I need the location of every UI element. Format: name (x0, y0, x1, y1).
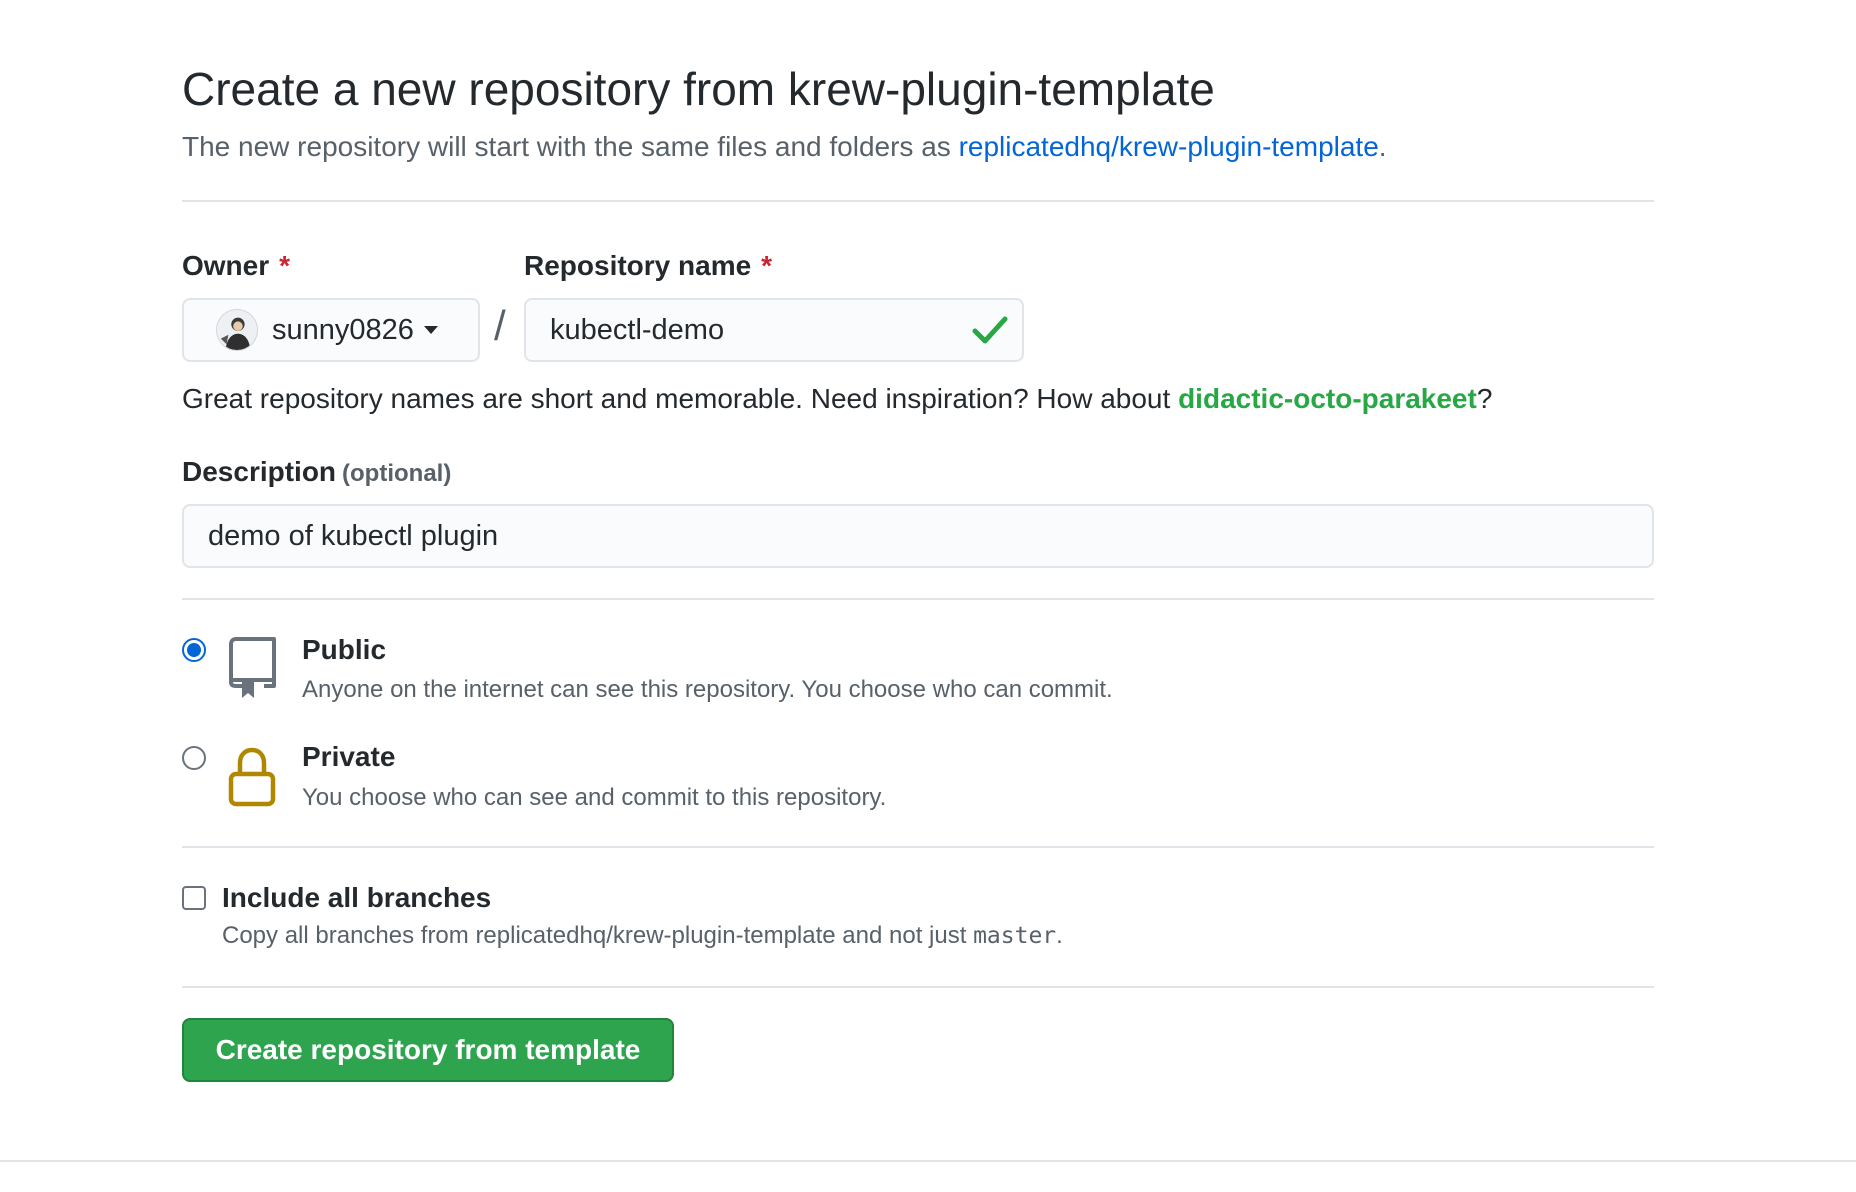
create-repository-button[interactable]: Create repository from template (182, 1018, 674, 1082)
private-radio[interactable] (182, 746, 206, 770)
subtitle-period: . (1378, 131, 1387, 162)
repo-name-label-text: Repository name (524, 250, 752, 281)
chevron-down-icon (423, 326, 438, 334)
page-subtitle: The new repository will start with the s… (182, 131, 1387, 163)
suggested-name[interactable]: didactic-octo-parakeet (1178, 383, 1477, 414)
repo-icon (229, 637, 276, 698)
divider (182, 846, 1654, 848)
owner-label: Owner * (182, 250, 290, 282)
include-branches-description: Copy all branches from replicatedhq/krew… (222, 922, 1063, 950)
divider (182, 200, 1654, 202)
repo-name-label: Repository name * (524, 250, 772, 282)
template-repo-link[interactable]: replicatedhq/krew-plugin-template (959, 131, 1379, 162)
repo-name-input[interactable] (524, 298, 1024, 362)
owner-name: sunny0826 (272, 313, 414, 346)
divider (182, 986, 1654, 988)
repo-name-hint: Great repository names are short and mem… (182, 383, 1492, 415)
description-label-text: Description (182, 456, 337, 487)
divider (182, 598, 1654, 600)
lock-icon (228, 747, 276, 807)
required-mark: * (279, 250, 291, 281)
hint-suffix: ? (1476, 383, 1493, 414)
owner-label-text: Owner (182, 250, 270, 281)
public-description: Anyone on the internet can see this repo… (302, 676, 1113, 703)
check-icon (972, 316, 1008, 344)
branches-description-period: . (1056, 922, 1063, 949)
page-title: Create a new repository from krew-plugin… (182, 63, 1215, 115)
include-branches-checkbox[interactable] (182, 886, 206, 910)
private-description: You choose who can see and commit to thi… (302, 784, 887, 811)
public-title: Public (302, 634, 387, 665)
default-branch-name: master (973, 923, 1057, 949)
private-title: Private (302, 741, 396, 772)
optional-note: (optional) (342, 460, 452, 487)
subtitle-text: The new repository will start with the s… (182, 131, 959, 162)
avatar-image (217, 310, 257, 350)
avatar (216, 309, 258, 351)
public-radio[interactable] (182, 638, 206, 662)
owner-repo-separator: / (494, 302, 506, 349)
branches-description-text: Copy all branches from replicatedhq/krew… (222, 922, 974, 949)
owner-select[interactable]: sunny0826 (182, 298, 480, 362)
include-branches-label[interactable]: Include all branches (222, 882, 491, 914)
description-label: Description (optional) (182, 456, 451, 488)
create-repo-from-template-page: Create a new repository from krew-plugin… (0, 0, 1856, 1192)
hint-text: Great repository names are short and mem… (182, 383, 1179, 414)
required-mark: * (761, 250, 773, 281)
description-input[interactable] (182, 504, 1654, 568)
footer-divider (0, 1160, 1856, 1162)
